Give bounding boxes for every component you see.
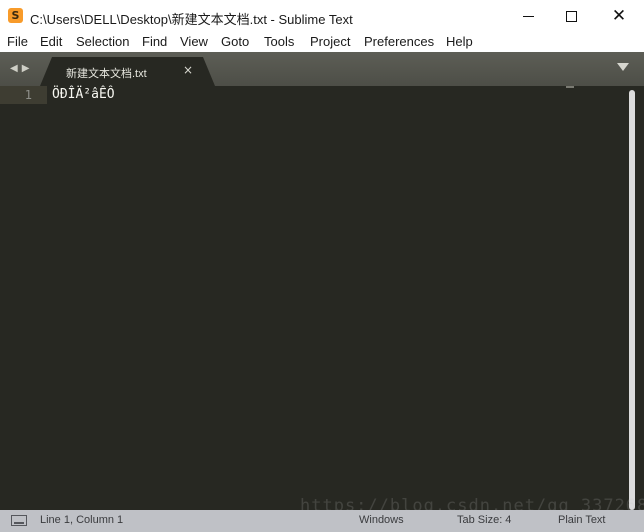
editor-area[interactable]: 1 ÖÐÎÄ²âÊÔ https://blog.csdn.net/qq_3372… (0, 86, 644, 516)
syntax-mode[interactable]: Plain Text (558, 514, 606, 526)
tab-nav-arrows-icon[interactable]: ◀▶ (10, 63, 33, 74)
tab-list-dropdown-icon[interactable] (617, 63, 629, 71)
minimize-icon (522, 15, 534, 17)
menu-view[interactable]: View (180, 34, 208, 49)
title-bar: S C:\Users\DELL\Desktop\新建文本文档.txt - Sub… (0, 0, 644, 32)
menu-file[interactable]: File (7, 34, 28, 49)
menu-help[interactable]: Help (446, 34, 473, 49)
menu-selection[interactable]: Selection (76, 34, 129, 49)
line-number: 1 (24, 88, 32, 102)
show-panel-icon[interactable] (11, 515, 27, 526)
minimize-button[interactable] (505, 0, 551, 32)
status-bar: Line 1, Column 1 Windows Tab Size: 4 Pla… (0, 510, 644, 532)
minimap-viewport-marker[interactable] (566, 86, 574, 88)
vertical-scrollbar[interactable] (629, 90, 635, 510)
menu-find[interactable]: Find (142, 34, 167, 49)
tab-label: 新建文本文档.txt (66, 68, 147, 80)
tab-bar: ◀▶ 新建文本文档.txt × (0, 52, 644, 86)
menu-preferences[interactable]: Preferences (364, 34, 434, 49)
close-icon: ✕ (611, 5, 627, 26)
line-endings[interactable]: Windows (359, 514, 404, 526)
menu-goto[interactable]: Goto (221, 34, 249, 49)
tab-active-file[interactable]: 新建文本文档.txt × (40, 57, 215, 86)
menu-tools[interactable]: Tools (264, 34, 294, 49)
line-gutter: 1 (0, 86, 47, 510)
app-icon-glyph: S (11, 9, 20, 22)
menu-edit[interactable]: Edit (40, 34, 62, 49)
close-window-button[interactable]: ✕ (596, 0, 642, 32)
cursor-position[interactable]: Line 1, Column 1 (40, 514, 123, 526)
menu-bar: File Edit Selection Find View Goto Tools… (0, 32, 644, 52)
menu-project[interactable]: Project (310, 34, 350, 49)
sublime-app-icon[interactable]: S (8, 8, 23, 23)
window-title: C:\Users\DELL\Desktop\新建文本文档.txt - Subli… (30, 12, 353, 27)
maximize-icon (565, 10, 577, 22)
editor-line-text[interactable]: ÖÐÎÄ²âÊÔ (52, 87, 115, 102)
tab-size[interactable]: Tab Size: 4 (457, 514, 511, 526)
tab-close-icon[interactable]: × (183, 63, 193, 77)
maximize-button[interactable] (548, 0, 594, 32)
